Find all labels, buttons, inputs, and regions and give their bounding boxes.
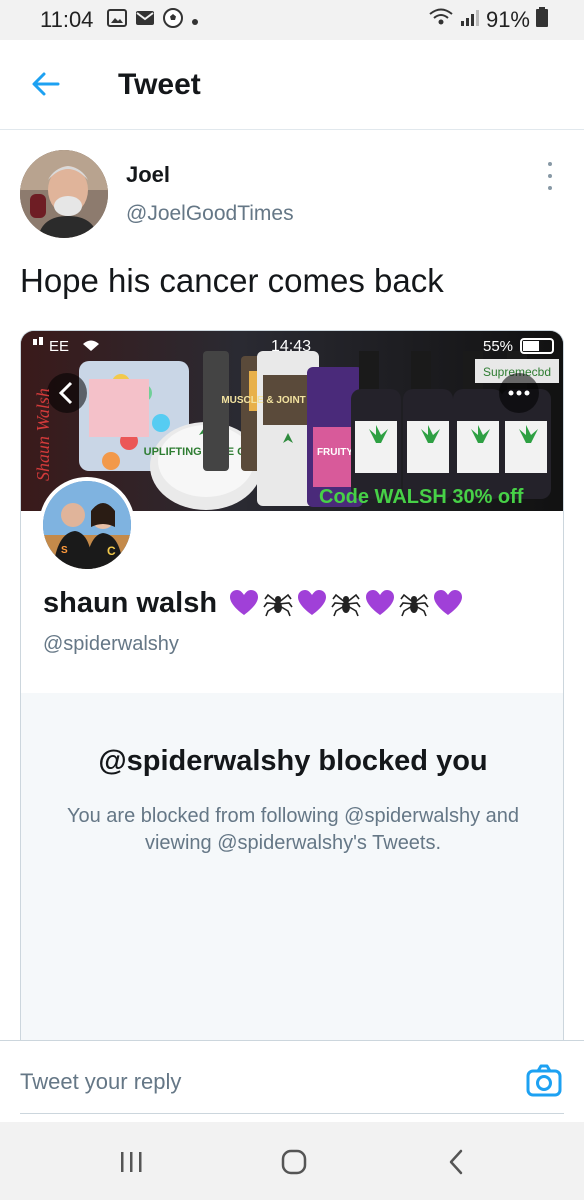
- svg-text:FRUITY: FRUITY: [317, 447, 353, 458]
- tweet-header: Joel @JoelGoodTimes: [20, 150, 564, 240]
- author-handle[interactable]: @JoelGoodTimes: [126, 202, 294, 226]
- profile-name: shaun walsh: [43, 587, 463, 620]
- profile-name-text: shaun walsh: [43, 587, 218, 619]
- page-title: Tweet: [118, 68, 201, 101]
- status-right: 91%: [428, 7, 548, 33]
- profile-handle: @spiderwalshy: [43, 633, 179, 655]
- blocked-profile-card[interactable]: UPLIFTING FACE CARE MUSCLE & JOINT CBD R…: [20, 330, 564, 1040]
- signal-icon: [460, 7, 480, 33]
- spider-icon: [331, 593, 361, 616]
- tweet-text: Hope his cancer comes back: [20, 262, 444, 299]
- reply-bar: Tweet your reply: [0, 1040, 584, 1122]
- author-avatar[interactable]: [20, 150, 108, 238]
- blocked-title: @spiderwalshy blocked you: [98, 745, 488, 777]
- svg-text:14:43: 14:43: [271, 338, 311, 355]
- svg-text:EE: EE: [49, 338, 69, 355]
- battery-icon: [536, 7, 548, 33]
- purple-heart-icon: [366, 589, 395, 615]
- camera-icon[interactable]: [526, 1063, 562, 1099]
- reply-input[interactable]: Tweet your reply: [20, 1069, 181, 1095]
- mail-icon: [135, 10, 155, 31]
- recent-apps-icon[interactable]: [118, 1150, 144, 1174]
- purple-heart-icon: [298, 589, 327, 615]
- svg-text:C: C: [107, 544, 116, 558]
- system-back-icon[interactable]: [446, 1148, 466, 1176]
- svg-text:Code WALSH 30% off: Code WALSH 30% off: [319, 486, 524, 508]
- blocked-notice: @spiderwalshy blocked you You are blocke…: [21, 693, 563, 1040]
- dot-icon: [191, 10, 199, 31]
- svg-text:S: S: [61, 545, 68, 556]
- home-icon[interactable]: [280, 1148, 308, 1176]
- soccer-ball-icon: [163, 7, 184, 33]
- reply-underline: [20, 1113, 564, 1114]
- author-name[interactable]: Joel: [126, 162, 170, 188]
- svg-text:55%: 55%: [483, 338, 513, 355]
- back-arrow-icon[interactable]: [28, 66, 64, 102]
- spider-icon: [399, 593, 429, 616]
- svg-text:Shaun Walsh: Shaun Walsh: [33, 388, 53, 481]
- app-bar: Tweet: [0, 40, 584, 130]
- profile-name-emoji: [229, 589, 463, 619]
- more-options-icon[interactable]: [542, 162, 558, 190]
- purple-heart-icon: [230, 589, 259, 615]
- status-bar: 11:04 91%: [0, 0, 584, 40]
- purple-heart-icon: [434, 589, 463, 615]
- image-icon: [107, 8, 128, 32]
- profile-avatar: S C: [39, 477, 135, 573]
- wifi-icon: [428, 7, 454, 33]
- status-time: 11:04: [40, 7, 94, 32]
- system-nav-bar: [0, 1122, 584, 1200]
- spider-icon: [263, 593, 293, 616]
- blocked-description: You are blocked from following @spiderwa…: [66, 805, 520, 854]
- battery-percent: 91%: [485, 7, 530, 32]
